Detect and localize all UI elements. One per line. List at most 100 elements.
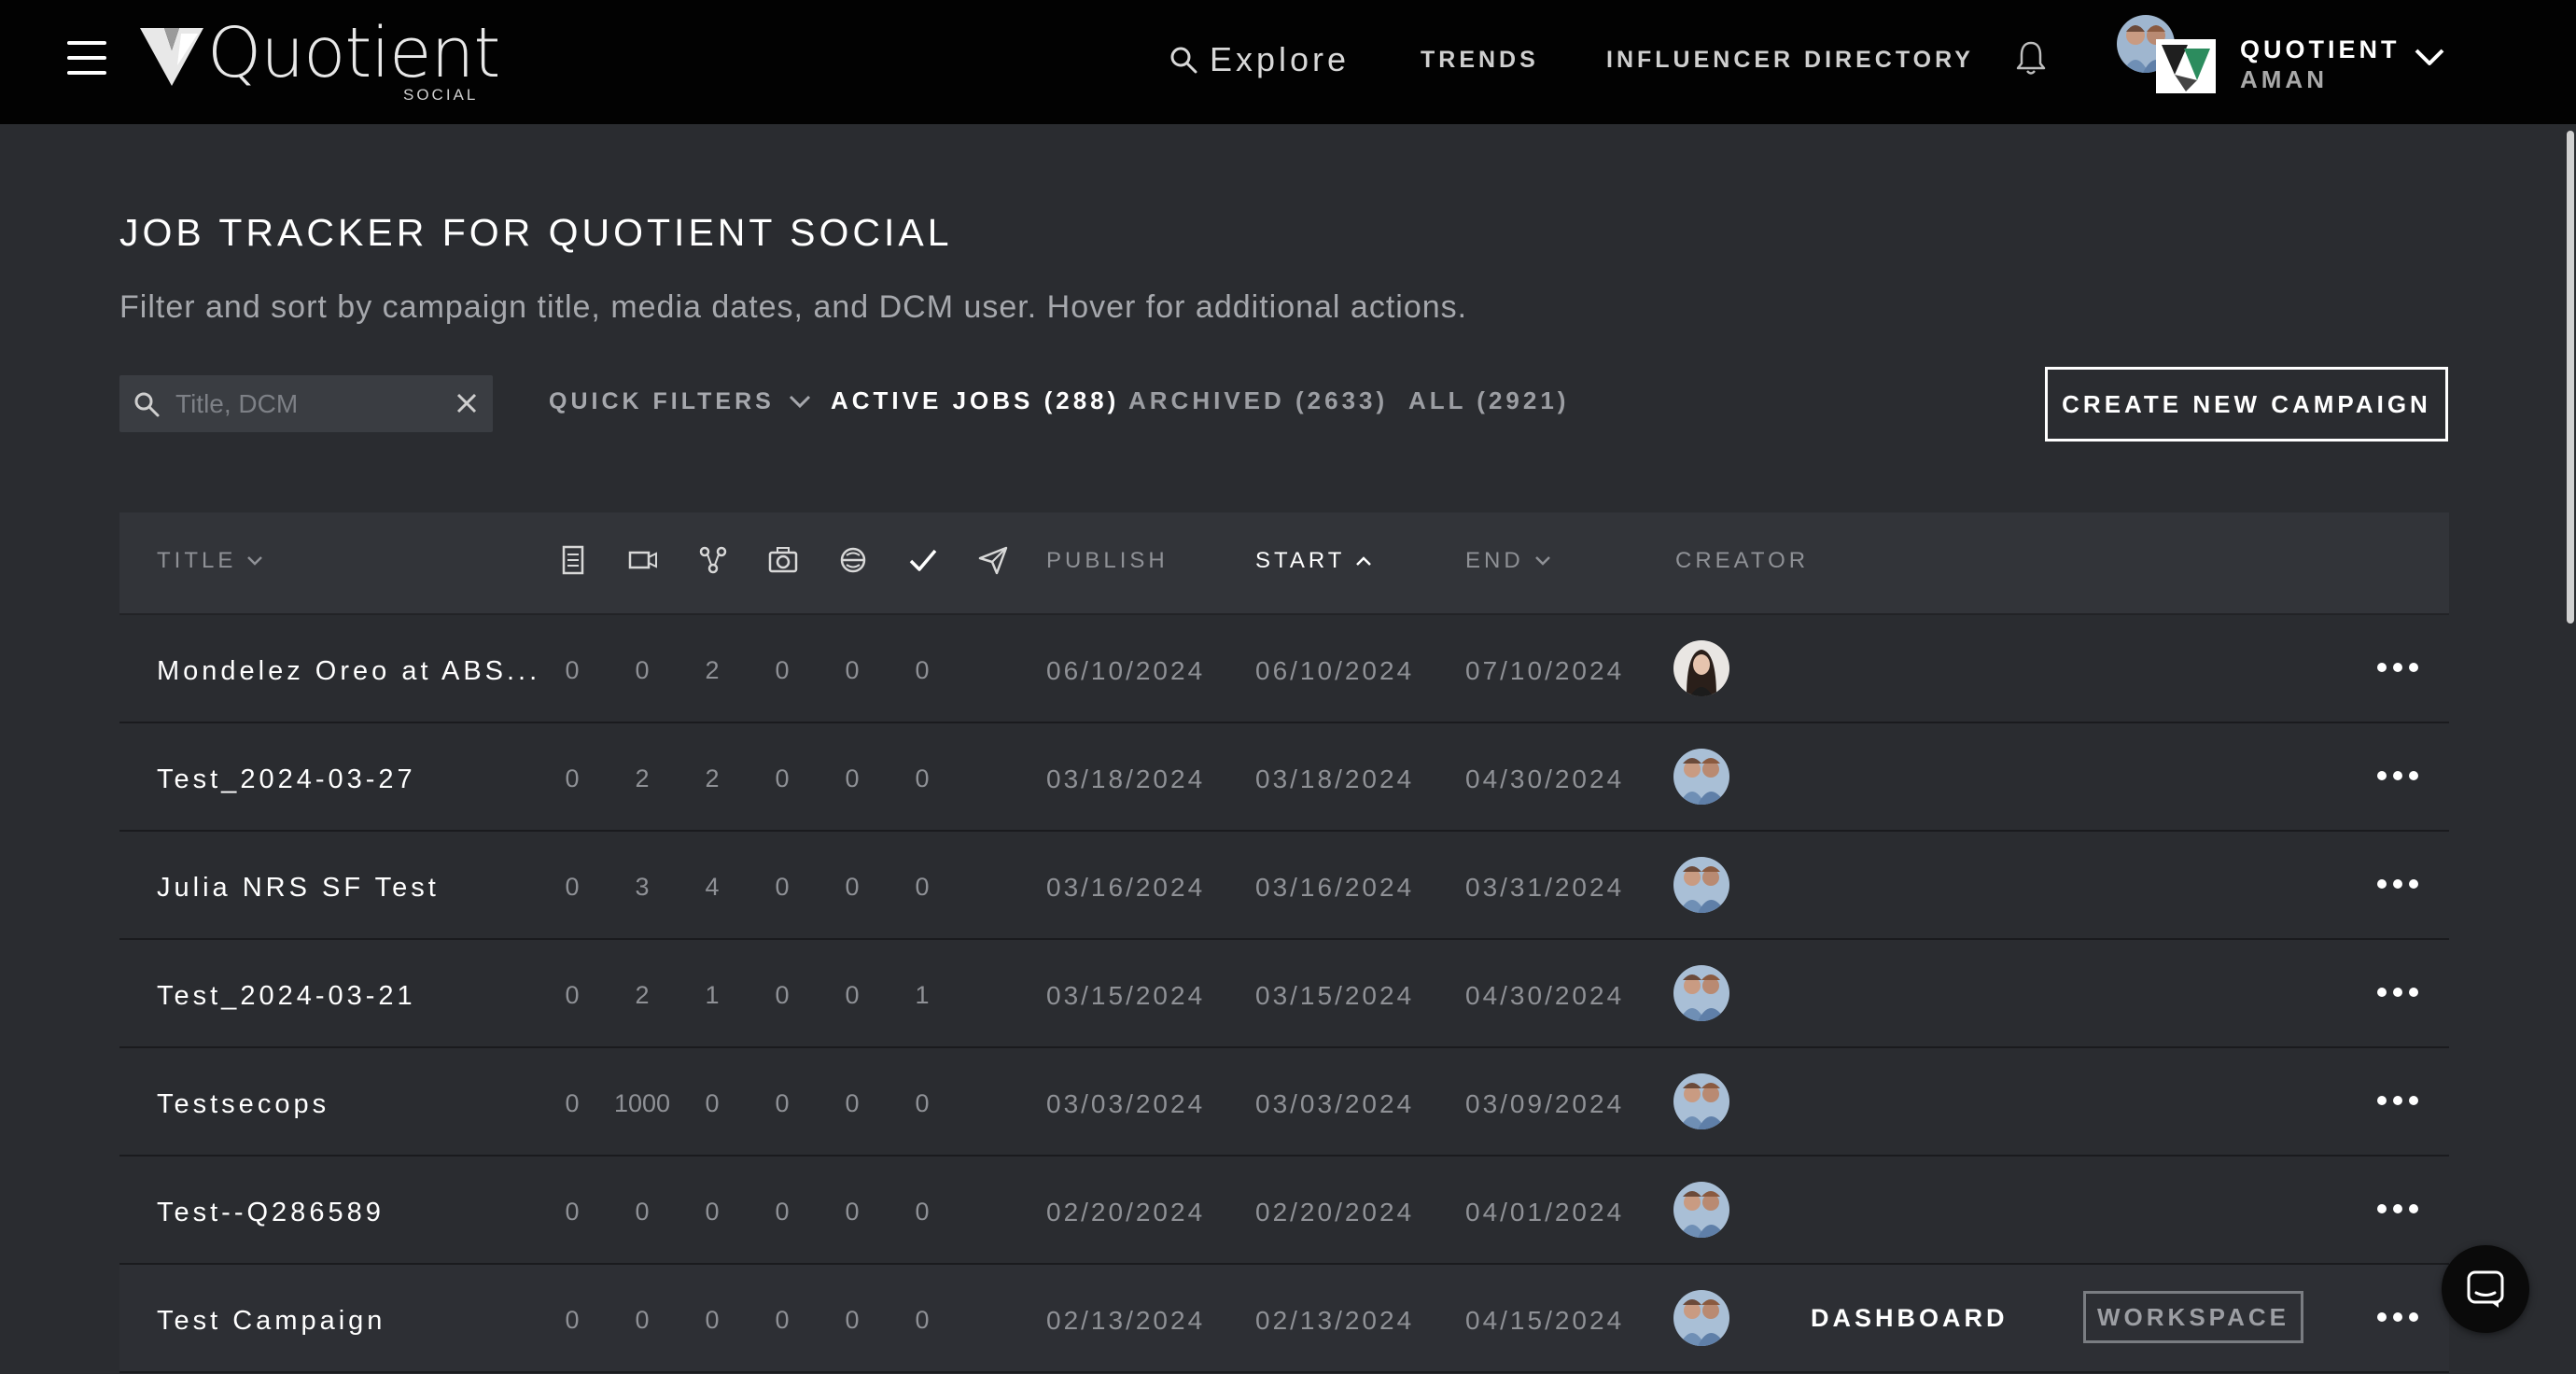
- count-network: 4: [705, 873, 720, 901]
- count-videos: 2: [635, 764, 650, 792]
- video-icon[interactable]: [626, 543, 660, 577]
- quick-filters-dropdown[interactable]: QUICK FILTERS: [549, 388, 812, 415]
- campaign-title[interactable]: Test--Q286589: [157, 1198, 385, 1228]
- dashboard-link[interactable]: DASHBOARD: [1811, 1304, 2009, 1333]
- count-documents: 0: [565, 873, 580, 901]
- count-approved: 0: [915, 1089, 930, 1117]
- create-new-campaign-button[interactable]: CREATE NEW CAMPAIGN: [2045, 367, 2448, 442]
- chevron-down-icon: [789, 395, 810, 408]
- creator-avatar[interactable]: [1673, 1182, 1729, 1238]
- more-options-icon[interactable]: [2376, 878, 2419, 890]
- count-network: 0: [705, 1089, 720, 1117]
- end-date: 04/01/2024: [1465, 1198, 1625, 1227]
- campaign-title[interactable]: Test_2024-03-21: [157, 981, 416, 1012]
- creator-avatar[interactable]: [1673, 965, 1729, 1021]
- search-input[interactable]: [174, 383, 439, 426]
- more-options-icon[interactable]: [2376, 987, 2419, 998]
- user-name[interactable]: AMAN: [2240, 65, 2328, 94]
- send-icon[interactable]: [976, 543, 1010, 577]
- campaign-title[interactable]: Julia NRS SF Test: [157, 873, 440, 904]
- quick-filters-label: QUICK FILTERS: [549, 388, 775, 414]
- campaign-title[interactable]: Test Campaign: [157, 1306, 385, 1337]
- column-creator-header[interactable]: CREATOR: [1675, 548, 1809, 574]
- publish-date: 03/16/2024: [1046, 873, 1206, 902]
- column-publish-label: PUBLISH: [1046, 548, 1169, 573]
- document-icon[interactable]: [556, 543, 590, 577]
- top-navigation-bar: Quotient SOCIAL Explore TRENDS INFLUENCE…: [0, 0, 2576, 124]
- search-box: [119, 375, 493, 432]
- network-icon[interactable]: [696, 543, 730, 577]
- trends-link[interactable]: TRENDS: [1421, 47, 1539, 74]
- influencer-directory-link[interactable]: INFLUENCER DIRECTORY: [1606, 47, 1974, 74]
- count-network: 2: [705, 656, 720, 684]
- end-date: 04/15/2024: [1465, 1306, 1625, 1335]
- more-options-icon[interactable]: [2376, 1095, 2419, 1106]
- workspace-button[interactable]: WORKSPACE: [2083, 1291, 2303, 1343]
- table-row[interactable]: Test Campaign 0 0 0 0 0 0 02/13/2024 02/…: [119, 1265, 2449, 1373]
- end-date: 07/10/2024: [1465, 656, 1625, 685]
- creator-avatar[interactable]: [1673, 749, 1729, 805]
- chevron-down-icon: [247, 556, 263, 566]
- explore-link[interactable]: Explore: [1169, 37, 1350, 82]
- column-start-header[interactable]: START: [1255, 548, 1373, 574]
- campaign-title[interactable]: Testsecops: [157, 1089, 329, 1120]
- count-approved: 0: [915, 873, 930, 901]
- count-approved: 0: [915, 764, 930, 792]
- count-network: 0: [705, 1198, 720, 1226]
- campaign-title[interactable]: Mondelez Oreo at ABS...: [157, 656, 540, 687]
- scrollbar-thumb[interactable]: [2567, 131, 2574, 624]
- camera-icon[interactable]: [766, 543, 800, 577]
- count-network: 0: [705, 1306, 720, 1334]
- column-title-header[interactable]: TITLE: [157, 548, 264, 574]
- count-stamped: 0: [845, 873, 860, 901]
- column-end-label: END: [1465, 548, 1524, 573]
- count-approved: 0: [915, 656, 930, 684]
- tab-active-jobs[interactable]: ACTIVE JOBS (288): [831, 386, 1119, 415]
- column-creator-label: CREATOR: [1675, 548, 1810, 573]
- menu-icon[interactable]: [67, 41, 106, 75]
- end-date: 03/09/2024: [1465, 1089, 1625, 1118]
- count-videos: 0: [635, 1198, 650, 1226]
- user-organization[interactable]: QUOTIENT: [2240, 35, 2401, 64]
- count-photos: 0: [775, 1306, 790, 1334]
- table-header-row: TITLE PUBLISH START END CREATOR: [119, 512, 2449, 615]
- more-options-icon[interactable]: [2376, 1311, 2419, 1323]
- chat-icon: [2467, 1270, 2504, 1308]
- more-options-icon[interactable]: [2376, 662, 2419, 673]
- creator-avatar[interactable]: [1673, 640, 1729, 696]
- page-subtitle: Filter and sort by campaign title, media…: [119, 289, 1468, 325]
- logo-text[interactable]: Quotient: [207, 13, 500, 93]
- clear-search-icon[interactable]: [454, 390, 480, 416]
- chat-launcher-button[interactable]: [2442, 1245, 2529, 1333]
- check-icon[interactable]: [906, 543, 940, 577]
- column-end-header[interactable]: END: [1465, 548, 1552, 574]
- organization-logo-icon: [2156, 39, 2216, 93]
- table-row[interactable]: Julia NRS SF Test 0 3 4 0 0 0 03/16/2024…: [119, 832, 2449, 940]
- page-title: JOB TRACKER FOR QUOTIENT SOCIAL: [119, 211, 953, 254]
- table-row[interactable]: Test--Q286589 0 0 0 0 0 0 02/20/2024 02/…: [119, 1157, 2449, 1265]
- chevron-down-icon[interactable]: [2414, 47, 2445, 67]
- more-options-icon[interactable]: [2376, 1203, 2419, 1214]
- more-options-icon[interactable]: [2376, 770, 2419, 781]
- tab-all[interactable]: ALL (2921): [1408, 386, 1569, 415]
- count-approved: 0: [915, 1198, 930, 1226]
- start-date: 03/15/2024: [1255, 981, 1415, 1010]
- creator-avatar[interactable]: [1673, 1290, 1729, 1346]
- table-row[interactable]: Test_2024-03-21 0 2 1 0 0 1 03/15/2024 0…: [119, 940, 2449, 1048]
- column-publish-header[interactable]: PUBLISH: [1046, 548, 1169, 574]
- table-row[interactable]: Testsecops 0 1000 0 0 0 0 03/03/2024 03/…: [119, 1048, 2449, 1157]
- job-table: TITLE PUBLISH START END CREATOR Mondelez…: [119, 512, 2449, 1373]
- table-row[interactable]: Mondelez Oreo at ABS... 0 0 2 0 0 0 06/1…: [119, 615, 2449, 723]
- table-row[interactable]: Test_2024-03-27 0 2 2 0 0 0 03/18/2024 0…: [119, 723, 2449, 832]
- count-videos: 0: [635, 656, 650, 684]
- notification-bell-icon[interactable]: [2014, 39, 2048, 77]
- count-network: 1: [705, 981, 720, 1009]
- quotient-logo-icon[interactable]: [140, 28, 203, 86]
- campaign-title[interactable]: Test_2024-03-27: [157, 764, 416, 795]
- creator-avatar[interactable]: [1673, 857, 1729, 913]
- tab-archived[interactable]: ARCHIVED (2633): [1128, 386, 1388, 415]
- creator-avatar[interactable]: [1673, 1073, 1729, 1129]
- count-photos: 0: [775, 764, 790, 792]
- end-date: 04/30/2024: [1465, 981, 1625, 1010]
- stamp-icon[interactable]: [836, 543, 870, 577]
